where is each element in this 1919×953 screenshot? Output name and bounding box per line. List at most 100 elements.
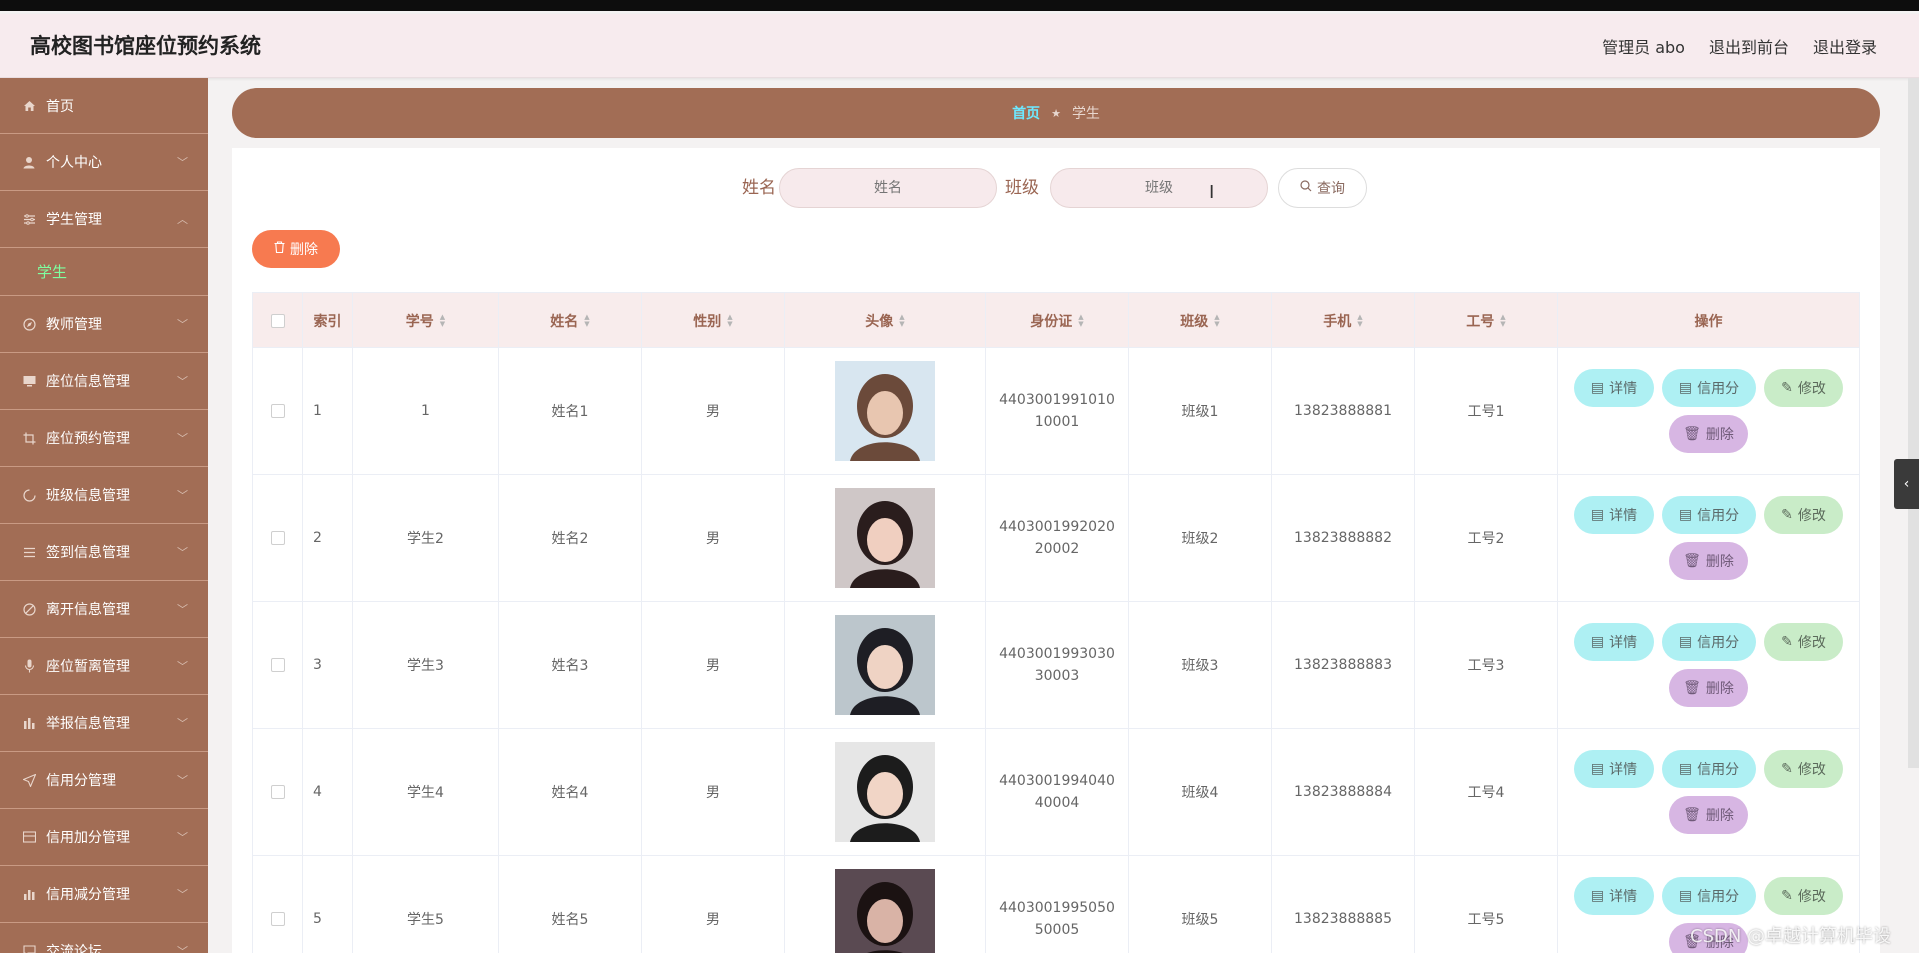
breadcrumb-home[interactable]: 首页: [1012, 103, 1040, 123]
row-checkbox[interactable]: [270, 658, 285, 672]
avatar[interactable]: [835, 742, 935, 842]
sidebar-item-teacher-management[interactable]: 教师管理 ﹀: [0, 296, 208, 353]
row-checkbox[interactable]: [270, 912, 285, 926]
row-actions-top: ▤ 详情 ▤ 信用分 ✎ 修改: [1564, 877, 1854, 915]
select-all-checkbox[interactable]: [270, 313, 285, 328]
edit-button[interactable]: ✎ 修改: [1764, 623, 1843, 661]
edit-button[interactable]: ✎ 修改: [1764, 369, 1843, 407]
detail-button[interactable]: ▤ 详情: [1574, 750, 1654, 788]
sidebar-item-leave-info[interactable]: 离开信息管理 ﹀: [0, 581, 208, 638]
trash-icon: 🗑: [1683, 553, 1701, 569]
trash-icon: [274, 241, 285, 257]
sidebar-item-credit-subtract[interactable]: 信用减分管理 ﹀: [0, 866, 208, 923]
sidebar-item-class-info[interactable]: 班级信息管理 ﹀: [0, 467, 208, 524]
col-work-no[interactable]: 工号 ▲ ▼: [1415, 293, 1558, 348]
sidebar-item-forum[interactable]: 交流论坛 ﹀: [0, 923, 208, 953]
sidebar-item-label: 座位信息管理: [46, 374, 130, 390]
row-actions-top: ▤ 详情 ▤ 信用分 ✎ 修改: [1564, 750, 1854, 788]
avatar[interactable]: [835, 615, 935, 715]
col-student-no[interactable]: 学号 ▲ ▼: [353, 293, 499, 348]
col-class[interactable]: 班级 ▲ ▼: [1129, 293, 1272, 348]
no-entry-icon: [22, 602, 36, 616]
page-scrollbar[interactable]: [1908, 78, 1919, 768]
sidebar-item-home[interactable]: 首页: [0, 78, 208, 134]
sort-icon[interactable]: ▲ ▼: [1500, 313, 1505, 328]
watermark: CSDN @卓越计算机毕设: [1690, 926, 1892, 947]
sidebar-item-seat-away[interactable]: 座位暂离管理 ﹀: [0, 638, 208, 695]
sort-icon[interactable]: ▲ ▼: [1357, 313, 1362, 328]
detail-button[interactable]: ▤ 详情: [1574, 623, 1654, 661]
col-index-label: 索引: [313, 313, 342, 330]
chevron-down-icon: ﹀: [177, 432, 188, 445]
class-input[interactable]: [1050, 168, 1268, 208]
row-delete-button[interactable]: 🗑 删除: [1669, 415, 1748, 453]
sort-icon[interactable]: ▲ ▼: [584, 313, 589, 328]
credit-button[interactable]: ▤ 信用分: [1662, 750, 1756, 788]
avatar[interactable]: [835, 361, 935, 461]
detail-button[interactable]: ▤ 详情: [1574, 369, 1654, 407]
col-gender[interactable]: 性别 ▲ ▼: [642, 293, 785, 348]
table-row: 5 学生5 姓名5 男 440300199505050005 班级5 13823888885…: [253, 856, 1859, 953]
top-black-bar: [0, 0, 1919, 11]
detail-button[interactable]: ▤ 详情: [1574, 877, 1654, 915]
detail-button[interactable]: ▤ 详情: [1574, 496, 1654, 534]
col-avatar[interactable]: 头像 ▲ ▼: [785, 293, 986, 348]
cell-phone: 13823888884: [1272, 729, 1415, 855]
table-body: 1 1 姓名1 男 440300199101010001 班级1 13823888881 工号…: [253, 348, 1859, 953]
sort-icon[interactable]: ▲ ▼: [1078, 313, 1083, 328]
cell-phone: 13823888883: [1272, 602, 1415, 728]
sidebar-item-credit[interactable]: 信用分管理 ﹀: [0, 752, 208, 809]
avatar[interactable]: [835, 869, 935, 953]
sidebar-item-seat-reservation[interactable]: 座位预约管理 ﹀: [0, 410, 208, 467]
sidebar-item-checkin-info[interactable]: 签到信息管理 ﹀: [0, 524, 208, 581]
search-button[interactable]: 查询: [1278, 168, 1367, 208]
sidebar-item-seat-info[interactable]: 座位信息管理 ﹀: [0, 353, 208, 410]
credit-button[interactable]: ▤ 信用分: [1662, 623, 1756, 661]
col-name[interactable]: 姓名 ▲ ▼: [499, 293, 642, 348]
credit-button[interactable]: ▤ 信用分: [1662, 877, 1756, 915]
detail-label: 详情: [1609, 381, 1638, 397]
row-delete-button[interactable]: 🗑 删除: [1669, 669, 1748, 707]
row-delete-button[interactable]: 🗑 删除: [1669, 542, 1748, 580]
row-delete-button[interactable]: 🗑 删除: [1669, 796, 1748, 834]
edit-label: 修改: [1797, 635, 1826, 651]
sidebar-item-report-info[interactable]: 举报信息管理 ﹀: [0, 695, 208, 752]
batch-delete-button[interactable]: 删除: [252, 230, 340, 268]
pencil-icon: ✎: [1781, 380, 1793, 396]
sort-icon[interactable]: ▲ ▼: [440, 313, 445, 328]
sidebar-item-credit-add[interactable]: 信用加分管理 ﹀: [0, 809, 208, 866]
edit-button[interactable]: ✎ 修改: [1764, 877, 1843, 915]
edit-button[interactable]: ✎ 修改: [1764, 496, 1843, 534]
row-checkbox[interactable]: [270, 785, 285, 799]
row-checkbox[interactable]: [270, 531, 285, 545]
credit-button[interactable]: ▤ 信用分: [1662, 496, 1756, 534]
cell-work-no: 工号5: [1415, 856, 1558, 953]
sidebar-item-label: 举报信息管理: [46, 716, 130, 732]
sidebar-item-student-management[interactable]: 学生管理 ︿: [0, 191, 208, 248]
back-to-front-link[interactable]: 退出到前台: [1709, 34, 1789, 58]
col-phone[interactable]: 手机 ▲ ▼: [1272, 293, 1415, 348]
col-id-card[interactable]: 身份证 ▲ ▼: [986, 293, 1129, 348]
logout-link[interactable]: 退出登录: [1813, 34, 1877, 58]
table-row: 2 学生2 姓名2 男 440300199202020002 班级2 13823888882…: [253, 475, 1859, 602]
id-card-text: 440300199303030003: [999, 646, 1115, 684]
sort-icon[interactable]: ▲ ▼: [727, 313, 732, 328]
row-checkbox[interactable]: [270, 404, 285, 418]
sort-icon[interactable]: ▲ ▼: [899, 313, 904, 328]
edit-button[interactable]: ✎ 修改: [1764, 750, 1843, 788]
sort-icon[interactable]: ▲ ▼: [1214, 313, 1219, 328]
sidebar-item-profile[interactable]: 个人中心 ﹀: [0, 134, 208, 191]
name-input[interactable]: [779, 168, 997, 208]
credit-button[interactable]: ▤ 信用分: [1662, 369, 1756, 407]
user-icon: [22, 155, 36, 169]
loading-icon: [22, 488, 36, 502]
id-card-text: 440300199202020002: [999, 519, 1115, 557]
sidebar-item-label: 教师管理: [46, 317, 102, 333]
avatar[interactable]: [835, 488, 935, 588]
select-all-cell: [253, 293, 303, 348]
cell-work-no: 工号4: [1415, 729, 1558, 855]
cell-id-card: 440300199404040004: [986, 729, 1129, 855]
side-collapse-tab[interactable]: ‹: [1894, 459, 1919, 509]
sidebar-subitem-student[interactable]: 学生: [0, 248, 208, 296]
cell-id-card: 440300199101010001: [986, 348, 1129, 474]
